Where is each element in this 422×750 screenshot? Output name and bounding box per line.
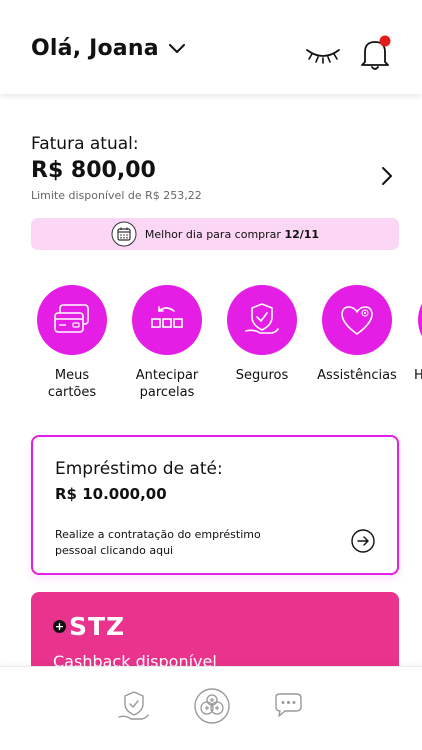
calendar-icon xyxy=(111,221,137,247)
loan-card[interactable]: Empréstimo de até: R$ 10.000,00 Realize … xyxy=(31,435,399,575)
plus-cluster-icon[interactable] xyxy=(193,687,231,725)
invoice-label: Fatura atual: xyxy=(31,134,139,154)
available-limit: Limite disponível de R$ 253,22 xyxy=(31,189,202,202)
chevron-right-icon xyxy=(382,167,392,185)
arrow-right-circle-icon[interactable] xyxy=(351,529,375,553)
shield-hand-icon[interactable] xyxy=(116,689,152,725)
shortcut-label: H xyxy=(414,368,422,383)
loan-title: Empréstimo de até: xyxy=(55,459,223,479)
shortcuts-carousel[interactable]: Meus cartões Antecipar parcelas Seguros … xyxy=(0,285,422,405)
shortcut-label: Assistências xyxy=(317,368,397,383)
loan-amount: R$ 10.000,00 xyxy=(55,485,167,503)
shield-hand-icon xyxy=(245,303,279,334)
eye-closed-icon[interactable] xyxy=(304,44,342,66)
stz-logo: + STZ xyxy=(53,612,125,641)
shortcut-insurance[interactable]: Seguros xyxy=(212,285,312,384)
shortcut-label: parcelas xyxy=(139,385,195,400)
current-invoice[interactable]: Fatura atual: R$ 800,00 Limite disponíve… xyxy=(31,134,401,214)
installments-icon xyxy=(151,306,183,328)
best-day-label: Melhor dia para comprar xyxy=(144,227,281,241)
stz-brand: STZ xyxy=(69,612,126,641)
notification-dot xyxy=(379,35,391,47)
cards-icon xyxy=(54,304,89,333)
best-day-banner: Melhor dia para comprar 12/11 xyxy=(31,218,399,250)
stz-plus-icon: + xyxy=(53,620,66,633)
header: Olá, Joana xyxy=(0,0,422,94)
greeting-text: Olá, Joana xyxy=(31,36,159,61)
shortcut-label: Meus xyxy=(54,368,90,383)
bottom-navigation xyxy=(0,666,422,750)
shortcut-label: Seguros xyxy=(235,368,289,383)
shortcut-anticipate-installments[interactable]: Antecipar parcelas xyxy=(117,285,217,401)
greeting-selector[interactable]: Olá, Joana xyxy=(31,36,185,61)
shortcut-label: cartões xyxy=(47,385,97,400)
invoice-amount: R$ 800,00 xyxy=(31,158,156,183)
bell-icon[interactable] xyxy=(356,32,396,72)
shortcut-label: Antecipar xyxy=(135,368,199,383)
heart-icon xyxy=(341,306,373,335)
shortcut-assistance[interactable]: Assistências xyxy=(307,285,407,384)
chevron-down-icon xyxy=(168,43,185,53)
best-day-date: 12/11 xyxy=(284,227,320,241)
shortcut-partial[interactable]: H xyxy=(402,285,422,384)
shortcut-my-cards[interactable]: Meus cartões xyxy=(22,285,122,401)
loan-description: Realize a contratação do empréstimo pess… xyxy=(55,528,261,557)
chat-icon[interactable] xyxy=(270,689,306,725)
